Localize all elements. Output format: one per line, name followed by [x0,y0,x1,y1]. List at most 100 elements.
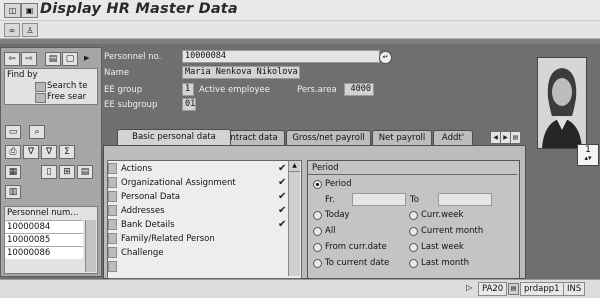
portrait-icon [538,58,586,148]
list-item[interactable]: 10000085 [5,233,83,246]
infotype-label: Actions [121,164,153,174]
insert-mode: INS [563,282,586,296]
last-month-radio[interactable] [409,259,418,268]
collapse-icon[interactable]: ▢ [62,52,78,66]
check-icon: ✔ [278,163,287,174]
all-radio[interactable] [313,227,322,236]
list-item[interactable]: Addresses ✔ [108,204,298,218]
from-label: Fr. [325,195,335,205]
list-item[interactable] [108,260,298,274]
tab-label: Basic personal data [132,132,216,142]
row-selector[interactable] [108,219,117,230]
row-selector[interactable] [108,163,117,174]
row-selector[interactable] [108,247,117,258]
object-manager-panel: ⇦ ⇨ ▤ ▢ ▶ Find by Search te Free sear ▭ … [0,47,102,277]
list-scrollbar[interactable] [85,220,96,272]
list-item[interactable]: Actions ✔ [108,162,298,176]
filter-icon[interactable]: ∇ [23,145,39,159]
from-curr-date-radio[interactable] [313,243,322,252]
find-icon[interactable]: ⌕ [29,125,45,139]
photo-counter[interactable]: 1 ▴▾ [577,144,599,166]
list-item[interactable]: 10000084 [5,220,83,233]
details-icon[interactable]: ▤ [77,165,93,179]
export-icon[interactable]: ▦ [5,165,21,179]
check-icon: ✔ [278,205,287,216]
ee-group-text: Active employee [199,85,270,95]
application-toolbar: ∞ ♙ [0,21,600,39]
layout-icon[interactable]: ⊞ [59,165,75,179]
tab-net-payroll[interactable]: Net payroll [372,130,432,145]
row-selector[interactable] [108,191,117,202]
forward-arrow-icon[interactable]: ⇨ [21,52,37,66]
tab-label: Gross/net payroll [292,133,365,143]
infotype-label: Family/Related Person [121,234,215,244]
ee-subgroup-label: EE subgroup [104,100,158,110]
employee-photo [537,57,587,149]
period-divider [308,174,517,175]
list-item[interactable]: Bank Details ✔ [108,218,298,232]
infotype-label: Bank Details [121,220,175,230]
row-selector[interactable] [108,177,117,188]
server-name: prdapp1 [520,282,564,296]
enter-icon[interactable]: ↵ [379,51,392,64]
ee-group-label: EE group [104,85,143,95]
back-arrow-icon[interactable]: ⇦ [4,52,20,66]
current-month-label: Current month [421,226,484,236]
list-item[interactable]: Organizational Assignment ✔ [108,176,298,190]
page-title: Display HR Master Data [40,1,238,17]
list-item[interactable]: Family/Related Person [108,232,298,246]
sort-filter-icon[interactable]: ∇ [41,145,57,159]
to-current-date-radio[interactable] [313,259,322,268]
curr-week-radio[interactable] [409,211,418,220]
row-selector[interactable] [108,261,117,272]
title-bar: ◫ ▣ Display HR Master Data [0,0,600,21]
infotype-label: Addresses [121,206,165,216]
other-person-icon[interactable]: ◫ [4,3,21,18]
list-item[interactable]: Challenge [108,246,298,260]
totals-icon[interactable]: Σ [59,145,75,159]
spreadsheet-icon[interactable]: ▥ [5,185,21,199]
to-current-date-label: To current date [325,258,390,268]
glasses-icon[interactable]: ∞ [4,23,20,37]
status-expand-icon[interactable]: ▷ [466,283,472,292]
tab-basic-personal-data[interactable]: Basic personal data [117,129,231,145]
all-label: All [325,226,336,236]
to-date-field[interactable] [438,193,492,206]
free-search-icon [35,93,46,103]
tab-gross-net-payroll[interactable]: Gross/net payroll [286,130,371,145]
curr-week-label: Curr.week [421,210,464,220]
transaction-code: PA20 [478,282,508,296]
infotype-label: Personal Data [121,192,181,202]
session-info-icon[interactable]: ▤ [508,283,519,295]
from-curr-date-label: From curr.date [325,242,387,252]
personnel-no-field[interactable]: 10000084 [182,50,380,63]
person-icon[interactable]: ♙ [22,23,38,37]
find-item-free-search[interactable]: Free sear [47,92,86,102]
current-month-radio[interactable] [409,227,418,236]
check-icon: ✔ [278,191,287,202]
period-radio[interactable] [313,180,322,189]
period-option-label: Period [325,179,352,189]
last-week-radio[interactable] [409,243,418,252]
row-selector[interactable] [108,233,117,244]
today-radio[interactable] [313,211,322,220]
personnel-list-header[interactable]: Personnel num... [7,208,78,218]
list-item[interactable]: Personal Data ✔ [108,190,298,204]
check-icon: ✔ [278,219,287,230]
save-icon[interactable]: ▣ [21,3,38,18]
selection-icon[interactable]: ▤ [45,52,61,66]
list-icon[interactable]: ▭ [5,125,21,139]
document-icon[interactable]: ▯ [41,165,57,179]
infotype-label: Challenge [121,248,164,258]
find-item-search[interactable]: Search te [47,81,87,91]
print-icon[interactable]: ⎙ [5,145,21,159]
name-field: Maria Nenkova Nikolova [182,66,300,79]
tab-additional[interactable]: Addt' [433,130,473,145]
infotype-label: Organizational Assignment [121,178,236,188]
row-selector[interactable] [108,205,117,216]
list-item[interactable]: 10000086 [5,246,83,259]
from-date-field[interactable] [352,193,406,206]
to-label: To [410,195,419,205]
tab-list-icon[interactable]: ▤ [510,131,521,144]
expand-arrow-icon[interactable]: ▶ [84,54,89,62]
